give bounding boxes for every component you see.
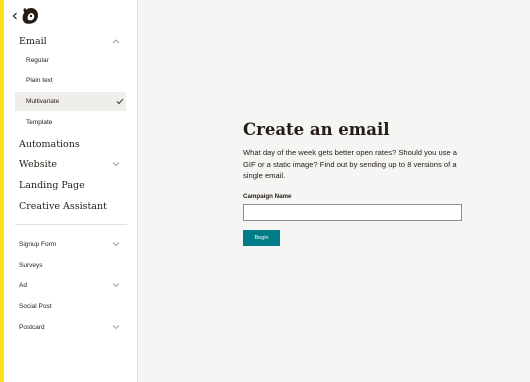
chevron-down-icon [112,242,120,247]
freddie-logo-icon[interactable] [19,5,41,27]
nav-creative-assistant-label: Creative Assistant [19,200,107,212]
chevron-down-icon [112,162,120,167]
nav-email-template-label: Template [26,119,53,126]
checkmark-icon [116,98,124,105]
nav-ad-label: Ad [19,281,27,289]
chevron-down-icon [112,325,120,330]
nav-landing-page-label: Landing Page [19,179,85,191]
nav-email-template[interactable]: Template [15,113,126,132]
page-description: What day of the week gets better open ra… [243,148,458,180]
nav-surveys-label: Surveys [19,261,43,269]
nav-email-label: Email [19,35,47,47]
campaign-name-label: Campaign Name [243,193,292,200]
nav-email-multivariate-label: Multivariate [26,98,60,105]
nav-signup-form-label: Signup Form [19,240,57,248]
nav-email-regular[interactable]: Regular [15,51,126,70]
nav-surveys[interactable]: Surveys [4,256,138,274]
nav-social-post-label: Social Post [19,302,52,310]
nav-website-label: Website [19,158,58,170]
nav-postcard-label: Postcard [19,323,45,331]
nav-email-plain-text[interactable]: Plain text [15,71,126,90]
chevron-down-icon [112,283,120,288]
campaign-name-input[interactable] [243,204,462,221]
nav-creative-assistant[interactable]: Creative Assistant [4,196,138,216]
nav-automations[interactable]: Automations [4,134,138,154]
nav-landing-page[interactable]: Landing Page [4,175,138,195]
begin-button[interactable]: Begin [243,230,280,246]
nav-automations-label: Automations [19,138,80,150]
page-title: Create an email [243,120,390,139]
sidebar: Email Regular Plain text Multivariate Te… [4,0,138,382]
nav-email-plain-text-label: Plain text [26,77,53,84]
nav-email-multivariate[interactable]: Multivariate [15,92,126,111]
nav-social-post[interactable]: Social Post [4,297,138,315]
chevron-up-icon [112,39,120,44]
nav-email-regular-label: Regular [26,57,49,64]
sidebar-divider [15,224,127,225]
